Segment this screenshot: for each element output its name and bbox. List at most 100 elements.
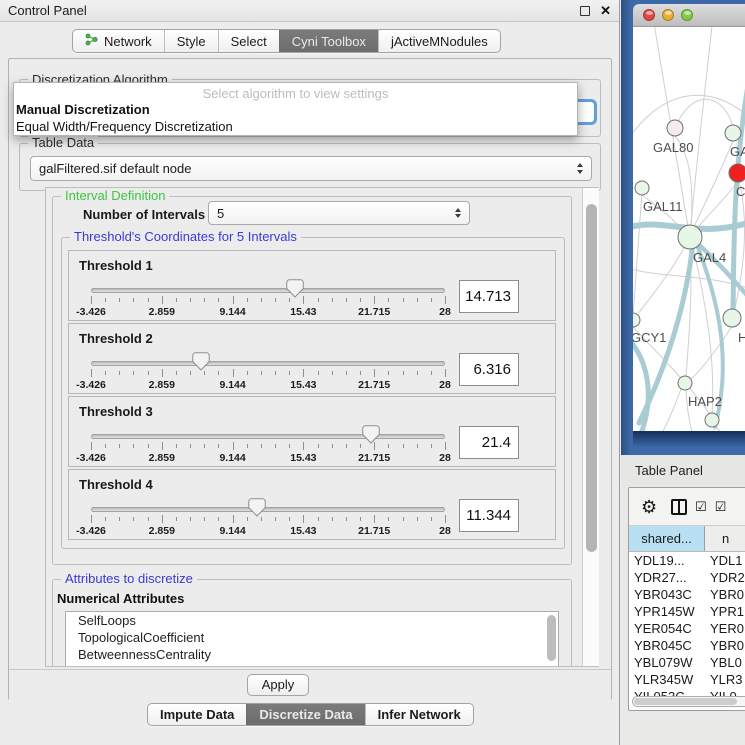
algorithm-option-manual[interactable]: Manual Discretization (16, 102, 150, 117)
attribute-list-item[interactable]: SelfLoops (66, 612, 558, 629)
table-row[interactable]: YBR043CYBR0 (629, 586, 745, 603)
table-cell[interactable]: YER0 (705, 620, 745, 637)
table-cell[interactable]: YBR045C (629, 637, 705, 654)
table-row[interactable]: YBL079WYBL0 (629, 654, 745, 671)
table-cell[interactable]: YDL1 (705, 552, 745, 569)
slider-thumb[interactable] (192, 352, 210, 371)
close-window-icon[interactable]: ✕ (600, 6, 611, 16)
slider-track[interactable] (91, 507, 445, 512)
network-node[interactable] (723, 309, 741, 327)
threshold-1-slider[interactable]: -3.4262.8599.14415.4321.71528 (91, 279, 445, 319)
node-table-body[interactable]: YDL19...YDL1YDR27...YDR2YBR043CYBR0YPR14… (629, 552, 745, 697)
list-scrollbar[interactable] (547, 615, 556, 661)
threshold-3-value[interactable]: 21.4 (459, 426, 519, 459)
tab-infer-network[interactable]: Infer Network (365, 704, 473, 725)
close-icon[interactable] (643, 9, 655, 21)
table-cell[interactable]: YBR043C (629, 586, 705, 603)
gear-icon[interactable]: ⚙ (641, 498, 657, 516)
threshold-3-slider[interactable]: -3.4262.8599.14415.4321.71528 (91, 425, 445, 465)
table-hscrollbar-thumb[interactable] (634, 698, 737, 705)
node-label: GAL11 (643, 199, 683, 214)
zoom-icon[interactable] (681, 9, 693, 21)
table-cell[interactable]: YPR1 (705, 603, 745, 620)
network-window-titlebar[interactable] (633, 4, 745, 27)
table-cell[interactable]: YDR2 (705, 569, 745, 586)
panel-scrollbar[interactable] (582, 188, 599, 666)
tab-network[interactable]: Network (73, 30, 164, 52)
slider-thumb[interactable] (362, 425, 380, 444)
table-cell[interactable]: YPR145W (629, 603, 705, 620)
number-of-intervals-value: 5 (217, 206, 449, 221)
table-row[interactable]: YPR145WYPR1 (629, 603, 745, 620)
network-node[interactable] (633, 313, 640, 327)
table-cell[interactable]: YBL079W (629, 654, 705, 671)
table-data-combo[interactable]: galFiltered.sif default node (30, 156, 592, 181)
slider-thumb[interactable] (248, 498, 266, 517)
checkbox-icon[interactable]: ☑ (715, 500, 727, 514)
table-cell[interactable]: YBL0 (705, 654, 745, 671)
tab-select[interactable]: Select (218, 30, 279, 52)
slider-track[interactable] (91, 434, 445, 439)
split-columns-icon[interactable] (671, 499, 687, 515)
slider-track[interactable] (91, 361, 445, 366)
table-cell[interactable]: YBR0 (705, 586, 745, 603)
table-row[interactable]: YLR345WYLR3 (629, 671, 745, 688)
table-cell[interactable]: YLR3 (705, 671, 745, 688)
column-header-shared-name[interactable]: shared... (629, 526, 705, 551)
panel-scrollbar-thumb[interactable] (586, 204, 597, 552)
table-row[interactable]: YER054CYER0 (629, 620, 745, 637)
network-view-canvas[interactable]: GAL80 GA GAL11 C GAL4 GCY1 H HAP2 (633, 27, 745, 432)
slider-ticks (91, 442, 445, 451)
column-header-name[interactable]: n (705, 526, 745, 551)
threshold-2-value[interactable]: 6.316 (459, 353, 519, 386)
numerical-attributes-list[interactable]: SelfLoopsTopologicalCoefficientBetweenne… (65, 611, 559, 667)
table-cell[interactable]: YBR0 (705, 637, 745, 654)
network-node[interactable] (678, 225, 702, 249)
table-header-row: shared... n (629, 526, 745, 552)
network-graph[interactable]: GAL80 GA GAL11 C GAL4 GCY1 H HAP2 (633, 27, 745, 432)
table-cell[interactable]: YDR27... (629, 569, 705, 586)
network-node[interactable] (678, 376, 692, 390)
table-row[interactable]: YDL19...YDL1 (629, 552, 745, 569)
threshold-4-value[interactable]: 11.344 (459, 499, 519, 532)
attribute-list-item[interactable]: TopologicalCoefficient (66, 629, 558, 646)
tab-jactivemnodules[interactable]: jActiveMNodules (378, 30, 500, 52)
float-window-icon[interactable] (580, 6, 590, 16)
tab-discretize-data[interactable]: Discretize Data (246, 704, 364, 725)
network-node[interactable] (729, 164, 745, 182)
table-cell[interactable]: YLR345W (629, 671, 705, 688)
number-of-intervals-combo[interactable]: 5 (208, 201, 470, 225)
checkbox-icon[interactable]: ☑ (695, 500, 707, 514)
algorithm-option-equal-width[interactable]: Equal Width/Frequency Discretization (16, 119, 233, 134)
table-row[interactable]: YBR045CYBR0 (629, 637, 745, 654)
slider-tick-labels: -3.4262.8599.14415.4321.71528 (91, 306, 445, 318)
slider-thumb[interactable] (286, 279, 304, 298)
minimize-icon[interactable] (662, 9, 674, 21)
cyni-toolbox-panel: Discretization Algorithm Table Data galF… (8, 58, 612, 700)
slider-track[interactable] (91, 288, 445, 293)
node-label: GAL80 (653, 140, 693, 155)
tab-impute-data[interactable]: Impute Data (148, 704, 246, 725)
table-cell[interactable]: YER054C (629, 620, 705, 637)
table-row[interactable]: YDR27...YDR2 (629, 569, 745, 586)
attribute-list-item[interactable]: BetweennessCentrality (66, 646, 558, 663)
table-panel-title: Table Panel (635, 463, 703, 478)
network-node[interactable] (667, 120, 683, 136)
network-node[interactable] (705, 413, 719, 427)
tab-cyni-toolbox[interactable]: Cyni Toolbox (279, 30, 378, 52)
table-cell[interactable]: YDL19... (629, 552, 705, 569)
control-panel-titlebar: Control Panel ✕ (0, 0, 619, 22)
tab-label: Impute Data (160, 707, 234, 722)
threshold-4-slider[interactable]: -3.4262.8599.14415.4321.71528 (91, 498, 445, 538)
apply-button[interactable]: Apply (247, 674, 309, 696)
node-label: GAL4 (693, 250, 726, 265)
network-node[interactable] (725, 125, 741, 141)
attributes-group: Attributes to discretize Numerical Attri… (52, 579, 572, 667)
slider-ticks (91, 369, 445, 378)
tab-style[interactable]: Style (164, 30, 218, 52)
network-node[interactable] (635, 181, 649, 195)
threshold-2-slider[interactable]: -3.4262.8599.14415.4321.71528 (91, 352, 445, 392)
table-hscrollbar[interactable] (632, 696, 745, 707)
threshold-1-value[interactable]: 14.713 (459, 280, 519, 313)
table-data-combo-value: galFiltered.sif default node (39, 161, 571, 176)
